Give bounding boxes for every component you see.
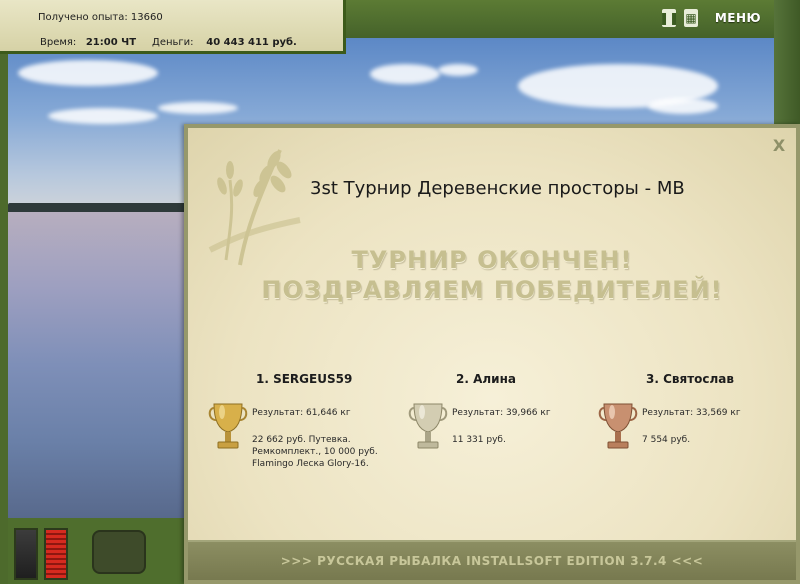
tension-gauge [14, 528, 38, 580]
experience-label: Получено опыта: [38, 12, 128, 23]
prize-line: 11 331 руб. [452, 435, 506, 445]
banner-line-1: ТУРНИР ОКОНЧЕН! [351, 246, 633, 274]
time-value: 21:00 ЧТ [85, 37, 137, 48]
cloud [158, 102, 238, 114]
cloud [438, 64, 478, 76]
dialog-title: 3st Турнир Деревенские просторы - MB [310, 178, 685, 199]
cloud [370, 64, 440, 84]
time-label: Время: [40, 37, 77, 48]
grid-icon[interactable]: ▦ [684, 9, 698, 27]
winner-prizes: 7 554 руб. [642, 434, 690, 446]
winner-name: 2. Алина [456, 372, 516, 386]
winner-result: Результат: 33,569 кг [642, 408, 741, 418]
backpack-icon[interactable] [92, 530, 146, 574]
tournament-results-dialog: X 3st Турнир Деревенские просторы - MB Т… [184, 124, 800, 584]
edition-label: >>> РУССКАЯ РЫБАЛКА INSTALLSOFT EDITION … [280, 554, 704, 568]
money-label: Деньги: [152, 37, 194, 48]
cloud [48, 108, 158, 124]
stamina-gauge [44, 528, 68, 580]
winner-name: 3. Святослав [646, 372, 734, 386]
experience-readout: Получено опыта: 13660 [38, 12, 163, 23]
experience-value: 13660 [130, 12, 163, 23]
winner-result: Результат: 61,646 кг [252, 408, 351, 418]
prize-line: 7 554 руб. [642, 435, 691, 445]
gold-cup-icon [208, 403, 248, 449]
menu-button[interactable]: МЕНЮ [712, 9, 764, 27]
left-frame [0, 0, 8, 584]
pause-icon[interactable]: ❚❚ [659, 9, 679, 27]
winner-result: Результат: 39,966 кг [452, 408, 551, 418]
cloud [648, 98, 718, 114]
prize-line: Flamingo Леска Glory-16. [252, 459, 369, 469]
hud-panel: Получено опыта: 13660 Время: 21:00 ЧТ Де… [0, 0, 346, 54]
bronze-cup-icon [598, 403, 638, 449]
time-readout: Время: 21:00 ЧТ [40, 37, 136, 48]
prize-line: 22 662 руб. Путевка. [252, 435, 351, 445]
money-value: 40 443 411 руб. [206, 37, 297, 48]
prize-line: Ремкомплект., 10 000 руб. [252, 447, 378, 457]
winner-prizes: 22 662 руб. Путевка. Ремкомплект., 10 00… [252, 434, 378, 470]
money-readout: Деньги: 40 443 411 руб. [152, 37, 297, 48]
cloud [18, 60, 158, 86]
winner-name: 1. SERGEUS59 [256, 372, 353, 386]
silver-cup-icon [408, 403, 448, 449]
dialog-footer: >>> РУССКАЯ РЫБАЛКА INSTALLSOFT EDITION … [188, 540, 796, 580]
banner-line-2: ПОЗДРАВЛЯЕМ ПОБЕДИТЕЛЕЙ! [261, 276, 723, 304]
close-icon[interactable]: X [770, 136, 788, 155]
winner-prizes: 11 331 руб. [452, 434, 506, 446]
